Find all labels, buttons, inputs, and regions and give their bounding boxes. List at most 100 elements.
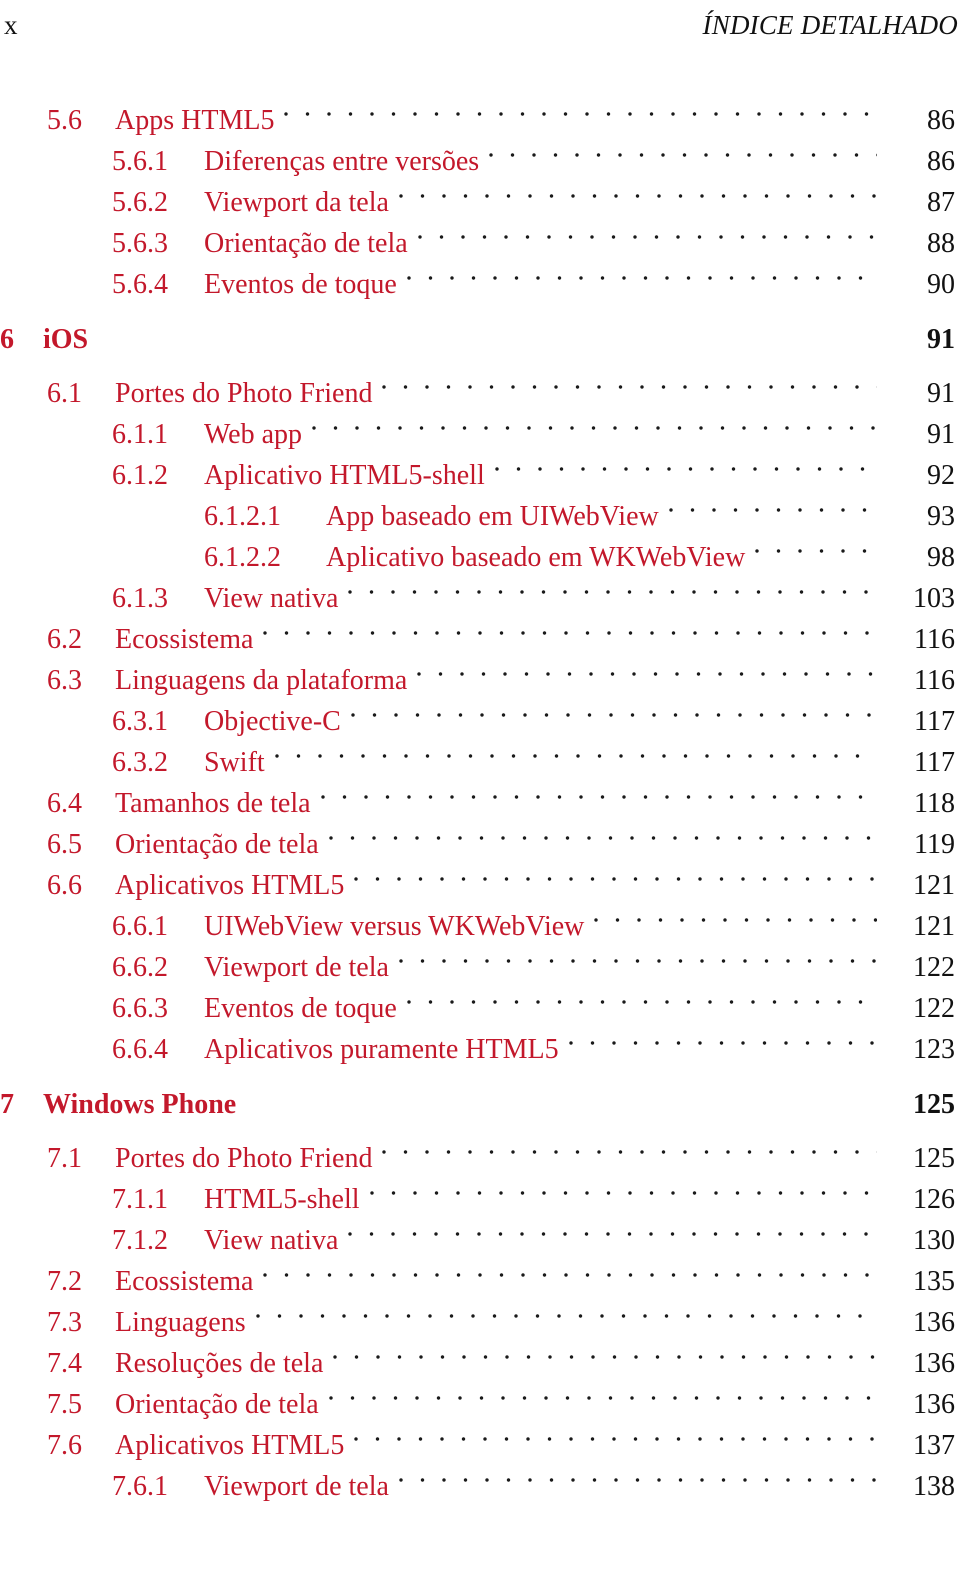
dot-leader-dots <box>312 426 877 430</box>
dot-leader-dots <box>594 918 877 922</box>
toc-entry-page-number: 136 <box>913 1307 955 1338</box>
dot-leader-dots <box>263 1273 877 1277</box>
toc-entry-title: Viewport de tela <box>204 952 389 983</box>
toc-entry-page-number: 117 <box>914 706 955 737</box>
dot-leader-dots <box>348 1232 877 1236</box>
toc-entry-page-number: 122 <box>913 952 955 983</box>
toc-dot-leader <box>398 170 877 211</box>
toc-entry-page-number: 91 <box>927 378 955 409</box>
toc-dot-leader <box>406 976 877 1017</box>
toc-entry-page-number: 125 <box>913 1089 955 1120</box>
toc-dot-leader <box>333 1331 877 1372</box>
toc-entry-number: 6.1.2.2 <box>204 542 281 573</box>
toc-chapter-row[interactable]: 6 iOS 91 <box>0 307 960 355</box>
toc-entry-title: Ecossistema <box>115 624 254 655</box>
toc-entry-title: Apps HTML5 <box>115 105 275 136</box>
toc-entry-number: 6.6.4 <box>112 1034 168 1065</box>
toc-entry-page-number: 137 <box>913 1430 955 1461</box>
dot-leader-dots <box>333 1355 877 1359</box>
toc-entry-title: iOS <box>43 324 89 355</box>
toc-entry-number: 6 <box>0 324 14 355</box>
toc-entry-title: Ecossistema <box>115 1266 254 1297</box>
toc-entry-page-number: 86 <box>927 146 955 177</box>
toc-dot-leader <box>594 894 877 935</box>
toc-dot-leader <box>328 812 877 853</box>
toc-entry-page-number: 93 <box>927 501 955 532</box>
toc-entry-page-number: 87 <box>927 187 955 218</box>
toc-entry-page-number: 136 <box>913 1348 955 1379</box>
toc-entry-title: App baseado em UIWebView <box>326 501 659 532</box>
toc-entry-number: 6.3.2 <box>112 747 168 778</box>
toc-dot-leader <box>263 1249 877 1290</box>
toc-dot-leader <box>382 1126 877 1167</box>
toc-entry-number: 6.1.1 <box>112 419 168 450</box>
toc-entry-number: 5.6.2 <box>112 187 168 218</box>
toc-chapter-row[interactable]: 7 Windows Phone 125 <box>0 1072 960 1120</box>
toc-dot-leader <box>494 443 877 484</box>
dot-leader-dots <box>568 1041 877 1045</box>
toc-entry-page-number: 126 <box>913 1184 955 1215</box>
toc-entry-number: 6.1 <box>47 378 82 409</box>
dot-leader-dots <box>382 1150 877 1154</box>
toc-entry-title: Aplicativo HTML5-shell <box>204 460 485 491</box>
toc-entry-number: 7.6 <box>47 1430 82 1461</box>
dot-leader-dots <box>274 754 877 758</box>
toc-dot-leader <box>489 129 877 170</box>
toc-entry-number: 6.1.2 <box>112 460 168 491</box>
toc-dot-leader <box>417 648 877 689</box>
toc-entry-page-number: 119 <box>914 829 955 860</box>
dot-leader-dots <box>354 1437 877 1441</box>
dot-leader-dots <box>398 194 877 198</box>
toc-entry-number: 5.6.4 <box>112 269 168 300</box>
toc-entry-number: 5.6.3 <box>112 228 168 259</box>
toc-entry-number: 6.6 <box>47 870 82 901</box>
toc-entry-title: Eventos de toque <box>204 993 397 1024</box>
toc-entry-number: 7.6.1 <box>112 1471 168 1502</box>
toc-dot-leader <box>263 607 877 648</box>
dot-leader-dots <box>320 795 877 799</box>
toc-page: x ÍNDICE DETALHADO 5.6 Apps HTML5 86 5.6.1 D… <box>0 0 960 1583</box>
toc-entry-page-number: 116 <box>914 624 955 655</box>
toc-entry-number: 6.3 <box>47 665 82 696</box>
toc-entry-page-number: 88 <box>927 228 955 259</box>
dot-leader-dots <box>263 631 877 635</box>
header-title: ÍNDICE DETALHADO <box>702 10 958 40</box>
toc-entry-page-number: 91 <box>927 419 955 450</box>
dot-leader-dots <box>382 385 877 389</box>
toc-entry-title: Orientação de tela <box>204 228 408 259</box>
toc-entry-number: 6.1.3 <box>112 583 168 614</box>
toc-entry-number: 7.4 <box>47 1348 82 1379</box>
toc-entry-number: 7 <box>0 1089 14 1120</box>
dot-leader-dots <box>406 276 877 280</box>
toc-entry-page-number: 90 <box>927 269 955 300</box>
toc-entry-title: Viewport de tela <box>204 1471 389 1502</box>
page-folio: x <box>4 10 18 40</box>
toc-entry-title: Aplicativos puramente HTML5 <box>204 1034 559 1065</box>
toc-entry-page-number: 123 <box>913 1034 955 1065</box>
toc-entry-title: Orientação de tela <box>115 1389 319 1420</box>
toc-dot-leader <box>274 730 877 771</box>
toc-entry-row[interactable]: 6.1.3 View nativa 103 <box>0 566 960 614</box>
toc-entry-title: Windows Phone <box>43 1089 237 1120</box>
toc-entry-title: Resoluções de tela <box>115 1348 324 1379</box>
dot-leader-dots <box>489 153 877 157</box>
toc-dot-leader <box>382 361 877 402</box>
toc-entry-title: Tamanhos de tela <box>115 788 311 819</box>
toc-entry-page-number: 121 <box>913 870 955 901</box>
toc-dot-leader <box>755 525 877 566</box>
toc-entry-title: Viewport da tela <box>204 187 389 218</box>
toc-dot-leader <box>398 1454 877 1495</box>
toc-dot-leader <box>348 566 877 607</box>
toc-dot-leader <box>417 211 877 252</box>
running-header: x ÍNDICE DETALHADO <box>0 8 960 48</box>
toc-entry-number: 7.3 <box>47 1307 82 1338</box>
toc-dot-leader <box>312 402 877 443</box>
toc-entry-row[interactable]: 5.6 Apps HTML5 86 <box>0 88 960 136</box>
toc-entry-title: HTML5-shell <box>204 1184 360 1215</box>
toc-entry-number: 7.1.1 <box>112 1184 168 1215</box>
dot-leader-dots <box>668 508 877 512</box>
toc-entry-row[interactable]: 7.1 Portes do Photo Friend 125 <box>0 1126 960 1174</box>
toc-entry-page-number: 98 <box>927 542 955 573</box>
toc-entry-number: 7.1 <box>47 1143 82 1174</box>
toc-entry-row[interactable]: 6.1 Portes do Photo Friend 91 <box>0 361 960 409</box>
